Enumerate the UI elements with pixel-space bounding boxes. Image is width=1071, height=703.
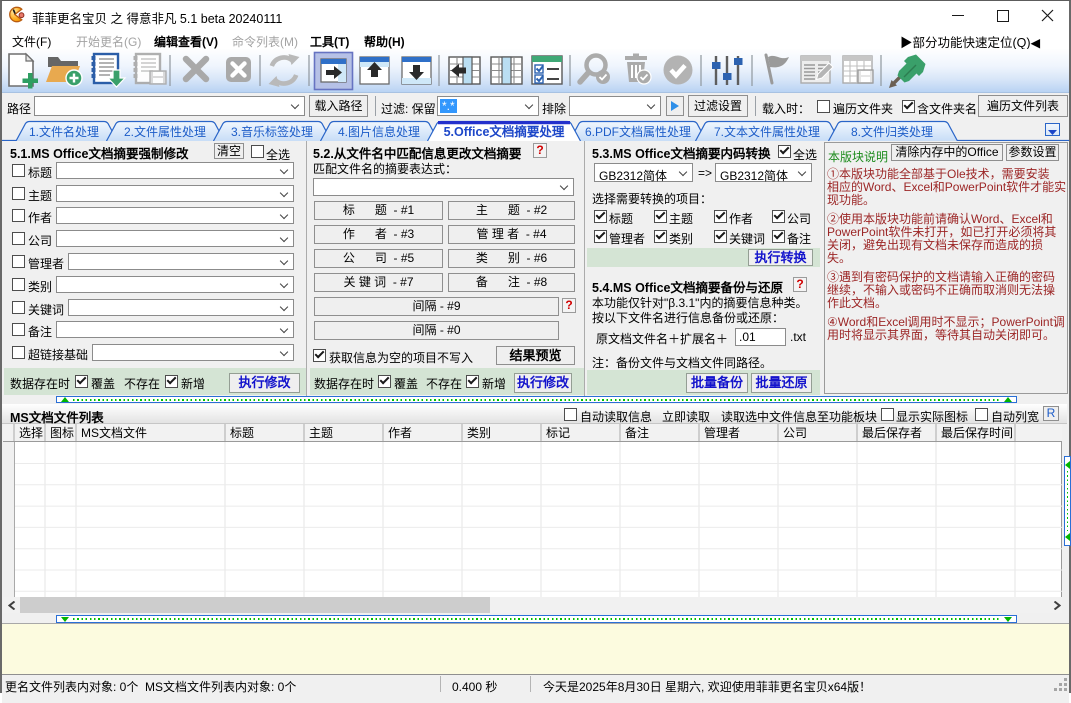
svg-text:2.文件属性处理: 2.文件属性处理 xyxy=(124,124,206,139)
svg-text:7.文本文件属性处理: 7.文本文件属性处理 xyxy=(714,124,820,139)
svg-text:标记: 标记 xyxy=(546,426,570,440)
svg-text:主题: 主题 xyxy=(309,426,333,440)
svg-text:8.文件归类处理: 8.文件归类处理 xyxy=(851,124,933,139)
svg-text:4.图片信息处理: 4.图片信息处理 xyxy=(338,124,420,139)
svg-text:MS文档文件: MS文档文件 xyxy=(81,425,147,440)
svg-text:标题: 标题 xyxy=(230,426,254,440)
svg-text:6.PDF文档属性处理: 6.PDF文档属性处理 xyxy=(585,124,691,139)
svg-text:选择: 选择 xyxy=(19,426,43,440)
svg-text:3.音乐标签处理: 3.音乐标签处理 xyxy=(231,124,313,139)
svg-text:最后保存者: 最后保存者 xyxy=(862,426,922,440)
svg-text:1.文件名处理: 1.文件名处理 xyxy=(29,124,99,139)
svg-text:图标: 图标 xyxy=(50,426,74,440)
svg-text:公司: 公司 xyxy=(783,426,807,440)
svg-text:作者: 作者 xyxy=(388,426,412,440)
svg-text:类别: 类别 xyxy=(467,426,491,440)
svg-text:备注: 备注 xyxy=(625,425,649,440)
svg-text:5.Office文档摘要处理: 5.Office文档摘要处理 xyxy=(444,124,565,139)
svg-text:管理者: 管理者 xyxy=(704,425,740,440)
svg-text:最后保存时间: 最后保存时间 xyxy=(941,426,1013,440)
